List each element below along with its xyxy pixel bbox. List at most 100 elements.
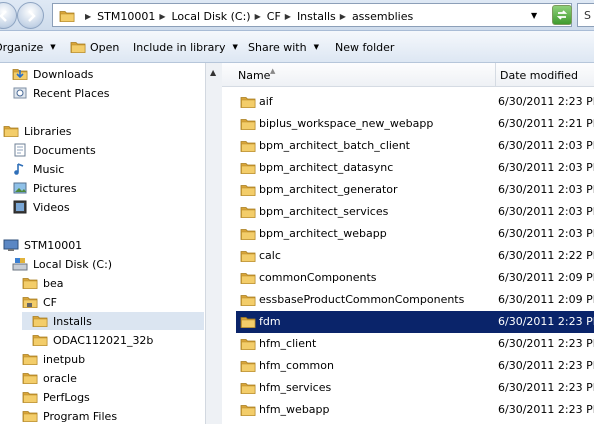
nav-oracle[interactable]: oracle — [22, 369, 77, 387]
nav-cf[interactable]: CF — [22, 293, 57, 311]
nav-recent-places[interactable]: Recent Places — [12, 84, 110, 102]
folder-open-icon — [22, 294, 38, 310]
file-date-modified: 6/30/2011 2:23 PM — [498, 337, 594, 350]
file-row[interactable]: essbaseProductCommonComponents 6/30/2011 … — [236, 289, 594, 311]
file-row[interactable]: bpm_architect_batch_client 6/30/2011 2:03… — [236, 135, 594, 157]
share-with-button[interactable]: Share with ▼ — [248, 40, 319, 54]
column-header-name[interactable]: Name — [238, 69, 270, 82]
nav-label: bea — [43, 276, 64, 290]
breadcrumb-cf[interactable]: CF — [267, 10, 281, 23]
nav-documents[interactable]: Documents — [12, 141, 96, 159]
folder-open-icon — [70, 39, 86, 55]
nav-perflogs[interactable]: PerfLogs — [22, 388, 90, 406]
computer-icon — [3, 239, 19, 251]
folder-icon — [59, 8, 75, 24]
file-row[interactable]: hfm_services 6/30/2011 2:23 PM — [236, 377, 594, 399]
nav-local-disk[interactable]: Local Disk (C:) — [12, 255, 112, 273]
nav-label: Installs — [53, 314, 92, 328]
file-date-modified: 6/30/2011 2:03 PM — [498, 183, 594, 196]
nav-label: CF — [43, 295, 58, 309]
nav-videos[interactable]: Videos — [12, 198, 70, 216]
nav-computer[interactable]: STM10001 — [3, 236, 82, 254]
breadcrumb-arrow-icon[interactable]: ▶ — [340, 12, 346, 21]
file-row[interactable]: bpm_architect_webapp 6/30/2011 2:03 PM — [236, 223, 594, 245]
nav-program-files[interactable]: Program Files — [22, 407, 117, 424]
file-row[interactable]: fdm 6/30/2011 2:23 PM — [236, 311, 594, 333]
file-row[interactable]: hfm_common 6/30/2011 2:23 PM — [236, 355, 594, 377]
breadcrumb-arrow-icon[interactable]: ▶ — [255, 12, 261, 21]
file-list: Name ▲ Date modified aif 6/30/2011 2:23 P… — [222, 63, 594, 424]
nav-label: Music — [33, 162, 65, 176]
forward-button[interactable] — [17, 2, 44, 29]
folder-icon — [240, 94, 256, 110]
nav-pictures[interactable]: Pictures — [12, 179, 77, 197]
file-date-modified: 6/30/2011 2:03 PM — [498, 227, 594, 240]
file-name: bpm_architect_datasync — [259, 161, 394, 174]
nav-label: Downloads — [33, 67, 94, 81]
folder-icon — [240, 160, 256, 176]
nav-downloads[interactable]: Downloads — [12, 65, 93, 83]
file-name: essbaseProductCommonComponents — [259, 293, 465, 306]
address-dropdown-icon[interactable]: ▼ — [531, 11, 537, 20]
file-row[interactable]: bpm_architect_services 6/30/2011 2:03 PM — [236, 201, 594, 223]
search-input[interactable]: S — [577, 3, 594, 27]
column-header-date-modified[interactable]: Date modified — [500, 69, 578, 82]
file-row[interactable]: commonComponents 6/30/2011 2:09 PM — [236, 267, 594, 289]
breadcrumb-arrow-icon[interactable]: ▶ — [159, 12, 165, 21]
include-label: Include in library — [133, 40, 226, 54]
music-icon — [14, 163, 24, 175]
scroll-up-icon[interactable]: ▲ — [210, 68, 216, 77]
organize-button[interactable]: Organize ▼ — [0, 40, 56, 54]
nav-label: inetpub — [43, 352, 86, 366]
new-folder-button[interactable]: New folder — [335, 40, 394, 54]
nav-inetpub[interactable]: inetpub — [22, 350, 85, 368]
nav-bea[interactable]: bea — [22, 274, 64, 292]
folder-icon — [240, 204, 256, 220]
file-name: bpm_architect_generator — [259, 183, 398, 196]
column-divider[interactable] — [495, 63, 496, 87]
folder-icon — [240, 270, 256, 286]
breadcrumb-installs[interactable]: Installs — [297, 10, 336, 23]
breadcrumb-assemblies[interactable]: assemblies — [352, 10, 413, 23]
file-row[interactable]: hfm_client 6/30/2011 2:23 PM — [236, 333, 594, 355]
folder-icon — [22, 370, 38, 386]
file-name: calc — [259, 249, 281, 262]
open-button[interactable]: Open — [70, 40, 119, 54]
navigation-scrollbar[interactable]: ▲ — [205, 63, 222, 424]
nav-installs[interactable]: Installs — [22, 312, 204, 330]
organize-label: Organize — [0, 40, 44, 54]
breadcrumb-local-disk[interactable]: Local Disk (C:) — [172, 10, 251, 23]
chevron-down-icon: ▼ — [313, 43, 319, 51]
nav-label: ODAC112021_32b — [53, 333, 154, 347]
explorer-window: ▶ STM10001 ▶ Local Disk (C:) ▶ CF ▶ Inst… — [0, 0, 594, 424]
file-row[interactable]: hfm_webapp 6/30/2011 2:23 PM — [236, 399, 594, 421]
address-bar-row: ▶ STM10001 ▶ Local Disk (C:) ▶ CF ▶ Inst… — [0, 0, 594, 31]
file-date-modified: 6/30/2011 2:23 PM — [498, 95, 594, 108]
breadcrumb-computer[interactable]: STM10001 — [97, 10, 155, 23]
folder-icon — [22, 351, 38, 367]
nav-libraries[interactable]: Libraries — [3, 122, 72, 140]
nav-odac[interactable]: ODAC112021_32b — [32, 331, 153, 349]
file-row[interactable]: biplus_workspace_new_webapp 6/30/2011 2:2… — [236, 113, 594, 135]
file-row[interactable]: bpm_architect_generator 6/30/2011 2:03 PM — [236, 179, 594, 201]
file-row[interactable]: aif 6/30/2011 2:23 PM — [236, 91, 594, 113]
folder-icon — [240, 248, 256, 264]
back-button[interactable] — [0, 2, 17, 29]
file-row[interactable]: calc 6/30/2011 2:22 PM — [236, 245, 594, 267]
refresh-button[interactable] — [552, 5, 572, 25]
libraries-icon — [3, 123, 19, 139]
folder-icon — [32, 332, 48, 348]
file-date-modified: 6/30/2011 2:22 PM — [498, 249, 594, 262]
nav-label: Program Files — [43, 409, 118, 423]
file-row[interactable]: bpm_architect_datasync 6/30/2011 2:03 PM — [236, 157, 594, 179]
folder-icon — [240, 116, 256, 132]
breadcrumb-arrow-icon[interactable]: ▶ — [85, 12, 91, 21]
address-box[interactable]: ▶ STM10001 ▶ Local Disk (C:) ▶ CF ▶ Inst… — [52, 3, 572, 27]
file-date-modified: 6/30/2011 2:23 PM — [498, 403, 594, 416]
nav-music[interactable]: Music — [12, 160, 64, 178]
include-in-library-button[interactable]: Include in library ▼ — [133, 40, 238, 54]
file-name: hfm_services — [259, 381, 332, 394]
file-name: biplus_workspace_new_webapp — [259, 117, 434, 130]
breadcrumb-arrow-icon[interactable]: ▶ — [285, 12, 291, 21]
file-name: bpm_architect_services — [259, 205, 389, 218]
